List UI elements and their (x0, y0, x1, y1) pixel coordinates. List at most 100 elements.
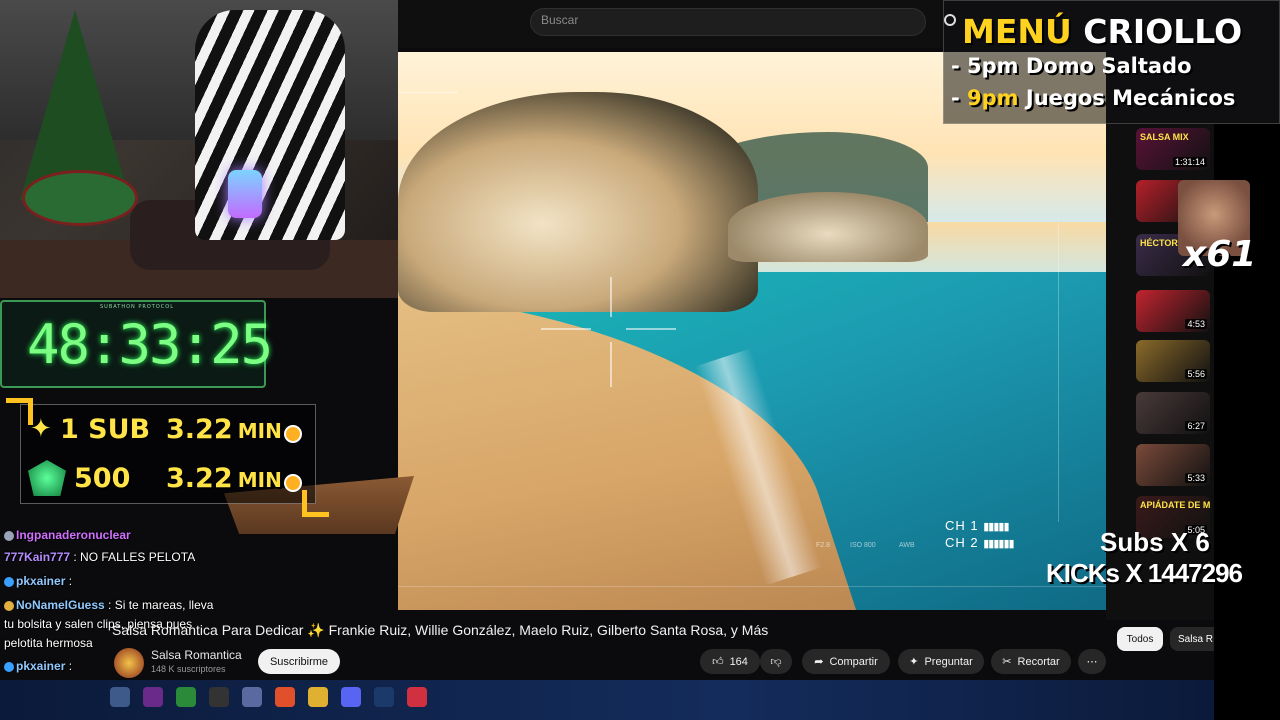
thumbnail-duration: 6:27 (1185, 421, 1207, 431)
video-player[interactable]: CH 1 ▮▮▮▮▮ CH 2 ▮▮▮▮▮▮ F2.8 ISO 800 AWB (398, 52, 1106, 610)
media-icon[interactable] (143, 687, 163, 707)
webcam-feed (0, 0, 398, 298)
chat-text: : (68, 574, 73, 588)
chat-message: pkxainer : (4, 659, 72, 673)
chat-message: pelotita hermosa (4, 636, 93, 650)
thumbnail-text: SALSA MIX (1140, 132, 1189, 142)
app-icon[interactable] (242, 687, 262, 707)
video-title: Salsa Romantica Para Dedicar ✨ Frankie R… (112, 622, 769, 638)
sparkle-icon: ✦ (909, 656, 919, 668)
hud-ch1: CH 1 ▮▮▮▮▮ (945, 518, 1010, 533)
steam-icon[interactable] (374, 687, 394, 707)
tree-skirt (22, 170, 138, 226)
chrome-icon[interactable] (308, 687, 328, 707)
brave-icon[interactable] (275, 687, 295, 707)
menu-line-2: - 9pm Juegos Mecánicos (951, 86, 1236, 110)
sparkle-icon: ✦ (30, 414, 52, 444)
recorder-icon[interactable] (407, 687, 427, 707)
hud-crosshair-h (541, 328, 591, 330)
hud-corner-line (398, 92, 458, 93)
menu-title: MENÚ CRIOLLO (962, 12, 1243, 51)
chip-all[interactable]: Todos (1117, 627, 1163, 651)
thumbnail-text: HÉCTOR (1140, 238, 1178, 248)
subs-counter: Subs X 6 (1100, 527, 1210, 557)
thumbnail-duration: 5:56 (1185, 369, 1207, 379)
clock-icon (283, 473, 302, 492)
ask-button[interactable]: ✦ Preguntar (898, 649, 984, 674)
chat-message: NoNameIGuess : Si te mareas, lleva (4, 598, 213, 612)
chat-badge-icon (4, 600, 14, 611)
sub-rate-qty: 1 SUB (60, 414, 151, 445)
like-count: 164 (729, 655, 748, 668)
search-input[interactable] (530, 8, 926, 36)
clip-button[interactable]: ✂ Recortar (991, 649, 1071, 674)
hud-fstop: F2.8 (816, 542, 831, 549)
hud-ch2: CH 2 ▮▮▮▮▮▮ (945, 535, 1015, 550)
chat-message: pkxainer : (4, 574, 72, 588)
hud-side-line (1058, 222, 1059, 522)
chat-badge-icon (4, 530, 14, 541)
kick-rate-time: 3.22 MIN (166, 463, 302, 494)
search-placeholder: Buscar (541, 13, 579, 27)
chat-text: : NO FALLES PELOTA (73, 550, 196, 564)
video-thumbnail[interactable]: 4:53 (1136, 290, 1210, 332)
channel-subscribers: 148 K suscriptores (151, 664, 226, 674)
corner-arrow-icon (6, 398, 33, 425)
zebra-chair (195, 10, 345, 240)
emote-multiplier: x61 (1183, 234, 1257, 275)
discord-icon[interactable] (341, 687, 361, 707)
obs-icon[interactable] (209, 687, 229, 707)
share-button[interactable]: ➦ Compartir (802, 649, 890, 674)
thumbs-up-icon: 👍︎ (712, 656, 724, 668)
timer-label: SUBATHON PROTOCOL (100, 304, 175, 310)
more-button[interactable]: ⋯ (1078, 649, 1106, 674)
files-icon[interactable] (110, 687, 130, 707)
more-icon: ⋯ (1086, 656, 1098, 668)
thumbnail-duration: 4:53 (1185, 319, 1207, 329)
timer-value: 48:33:25 (27, 313, 273, 376)
hud-iso: ISO 800 (850, 542, 876, 549)
hud-awb: AWB (899, 542, 915, 549)
chat-username[interactable]: pkxainer (16, 574, 65, 588)
sub-rate-time: 3.22 MIN (166, 414, 302, 445)
clock-icon (283, 424, 302, 443)
subscribe-button[interactable]: Suscribirme (258, 649, 340, 674)
video-thumbnail[interactable]: 5:56 (1136, 340, 1210, 382)
hud-crosshair-v2 (610, 342, 612, 387)
chat-message: Ingpanaderonuclear (4, 528, 131, 542)
scissors-icon: ✂ (1002, 656, 1012, 668)
search-icon[interactable] (944, 14, 956, 26)
chat-username[interactable]: 777Kain777 (4, 550, 70, 564)
thumbnail-duration: 1:31:14 (1172, 157, 1207, 167)
chat-text: pelotita hermosa (4, 636, 93, 650)
menu-line-1: - 5pm Domo Saltado (951, 54, 1192, 78)
channel-avatar[interactable] (114, 648, 144, 678)
kicks-counter: KICKs X 1447296 (1046, 558, 1243, 588)
chat-text: : Si te mareas, lleva (108, 598, 214, 612)
chat-username[interactable]: NoNameIGuess (16, 598, 105, 612)
chat-badge-icon (4, 661, 14, 672)
hud-crosshair-v (610, 277, 612, 317)
video-cliff-far (728, 192, 928, 262)
chat-text: : (68, 659, 73, 673)
chat-username[interactable]: pkxainer (16, 659, 65, 673)
chat-badge-icon (4, 576, 14, 587)
kick-rate-qty: 500 (74, 463, 131, 494)
microphone (228, 170, 262, 218)
thumbnail-text: APIÁDATE DE MI (1140, 500, 1210, 510)
dislike-button[interactable]: 👎︎ (760, 649, 792, 674)
play-icon[interactable] (176, 687, 196, 707)
chat-username[interactable]: Ingpanaderonuclear (16, 528, 131, 542)
video-thumbnail[interactable]: 5:33 (1136, 444, 1210, 486)
thumbs-down-icon: 👎︎ (770, 656, 782, 668)
video-thumbnail[interactable]: SALSA MIX 1:31:14 (1136, 128, 1210, 170)
channel-name[interactable]: Salsa Romantica (151, 648, 242, 662)
video-thumbnail[interactable]: 6:27 (1136, 392, 1210, 434)
video-cliff (398, 92, 758, 312)
hud-crosshair-h2 (626, 328, 676, 330)
like-button[interactable]: 👍︎ 164 (700, 649, 760, 674)
chip-salsa[interactable]: Salsa R (1170, 627, 1214, 651)
share-icon: ➦ (814, 656, 824, 668)
chat-message: 777Kain777 : NO FALLES PELOTA (4, 550, 195, 564)
corner-arrow-icon (302, 490, 329, 517)
